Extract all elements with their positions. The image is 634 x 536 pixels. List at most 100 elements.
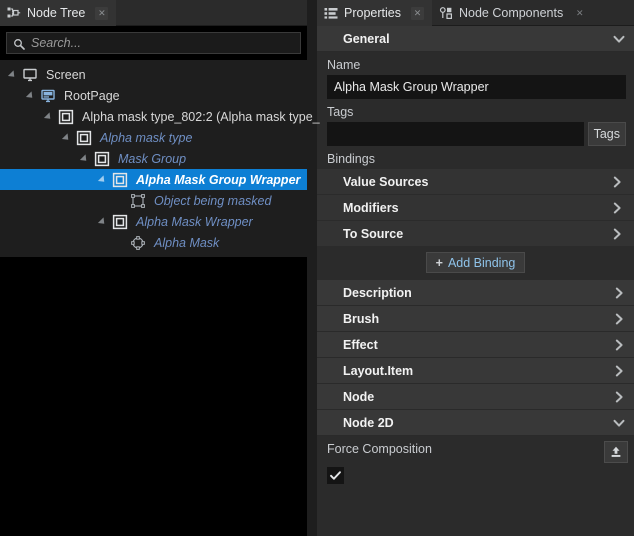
add-binding-row: + Add Binding <box>317 247 634 280</box>
force-composition-checkbox[interactable] <box>327 467 344 484</box>
tree-row[interactable]: Alpha Mask <box>0 232 307 253</box>
node-tree-tabbar: Node Tree ✕ <box>0 0 307 26</box>
chevron-right-icon <box>612 312 626 326</box>
expand-twisty-icon[interactable] <box>96 218 110 226</box>
expand-twisty-icon[interactable] <box>60 134 74 142</box>
tree-row-label: Alpha Mask Wrapper <box>130 215 253 229</box>
close-icon[interactable]: ✕ <box>411 7 424 20</box>
property-row: Force Composition <box>317 436 634 463</box>
tree-row-label: RootPage <box>58 89 120 103</box>
tab-label: Properties <box>344 7 401 20</box>
section-label: General <box>343 32 390 46</box>
properties-panel: Properties ✕ Node Components ✕ <box>317 0 634 536</box>
tab-label: Node Components <box>459 7 563 20</box>
tree-row[interactable]: Object being masked <box>0 190 307 211</box>
node2d-icon <box>110 172 130 188</box>
bindings-list: Value Sources Modifiers To Source <box>317 169 634 247</box>
name-field-row <box>317 75 634 99</box>
node-tree[interactable]: Screen RootPage Alpha mask type_802:2 (Alp… <box>0 60 307 257</box>
tags-label: Tags <box>317 99 634 122</box>
section-label: Layout.Item <box>343 364 413 378</box>
close-icon[interactable]: ✕ <box>573 7 586 20</box>
circle-handles-icon <box>128 235 148 251</box>
section-label: Brush <box>343 312 379 326</box>
expand-twisty-icon[interactable] <box>96 176 110 184</box>
search-box[interactable] <box>6 32 301 54</box>
expand-twisty-icon[interactable] <box>24 92 38 100</box>
properties-tabbar: Properties ✕ Node Components ✕ <box>317 0 634 26</box>
properties-body: General Name Tags Tags Bindings Value So… <box>317 26 634 484</box>
chevron-right-icon <box>612 338 626 352</box>
list-icon <box>324 6 338 20</box>
section-description[interactable]: Description <box>317 280 634 306</box>
node2d-icon <box>74 130 94 146</box>
chevron-down-icon <box>612 416 626 430</box>
section-node-2d[interactable]: Node 2D <box>317 410 634 436</box>
tree-row[interactable]: Alpha Mask Group Wrapper <box>0 169 307 190</box>
tree-row[interactable]: Screen <box>0 64 307 85</box>
close-icon[interactable]: ✕ <box>95 7 108 20</box>
tags-button[interactable]: Tags <box>588 122 626 146</box>
tree-row[interactable]: Alpha mask type <box>0 127 307 148</box>
tree-row[interactable]: Alpha mask type_802:2 (Alpha mask type_ <box>0 106 307 127</box>
node2d-icon <box>110 214 130 230</box>
section-label: Description <box>343 286 412 300</box>
tab-node-tree[interactable]: Node Tree ✕ <box>0 0 116 26</box>
monitor-icon <box>20 67 40 83</box>
binding-row[interactable]: Value Sources <box>317 169 634 195</box>
property-label: Force Composition <box>327 441 604 456</box>
property-force-composition: Force Composition <box>317 436 634 484</box>
tree-row[interactable]: RootPage <box>0 85 307 106</box>
bindings-label: Bindings <box>317 146 634 169</box>
section-brush[interactable]: Brush <box>317 306 634 332</box>
node-2d-content: Force Composition <box>317 436 634 484</box>
tree-icon <box>7 6 21 20</box>
tab-properties[interactable]: Properties ✕ <box>317 0 432 26</box>
tab-node-components[interactable]: Node Components ✕ <box>432 0 594 26</box>
tree-row-label: Alpha mask type <box>94 131 192 145</box>
tags-input[interactable] <box>327 122 584 146</box>
section-label: Effect <box>343 338 378 352</box>
binding-row[interactable]: Modifiers <box>317 195 634 221</box>
expand-twisty-icon[interactable] <box>42 113 56 121</box>
search-icon <box>13 37 25 49</box>
add-binding-label: Add Binding <box>448 256 515 270</box>
expand-twisty-icon[interactable] <box>78 155 92 163</box>
tree-row-label: Alpha mask type_802:2 (Alpha mask type_ <box>76 110 320 124</box>
binding-row-label: To Source <box>343 227 403 241</box>
node2d-icon <box>92 151 112 167</box>
tree-row[interactable]: Mask Group <box>0 148 307 169</box>
node2d-icon <box>56 109 76 125</box>
panel-splitter[interactable] <box>307 0 317 536</box>
application-window: Node Tree ✕ Screen RootPage Alpha mask typ… <box>0 0 634 536</box>
binding-row[interactable]: To Source <box>317 221 634 247</box>
page-icon <box>38 88 58 104</box>
tab-label: Node Tree <box>27 7 85 20</box>
property-sections: Description Brush Effect Layout.Item NodeNod… <box>317 280 634 436</box>
tree-row[interactable]: Alpha Mask Wrapper <box>0 211 307 232</box>
tree-row-label: Alpha Mask <box>148 236 219 250</box>
binding-row-label: Modifiers <box>343 201 399 215</box>
upload-icon[interactable] <box>604 441 628 463</box>
binding-row-label: Value Sources <box>343 175 428 189</box>
component-icon <box>439 6 453 20</box>
chevron-right-icon <box>610 201 624 215</box>
name-label: Name <box>317 52 634 75</box>
checkbox-wrap <box>317 463 634 484</box>
section-node[interactable]: Node <box>317 384 634 410</box>
expand-twisty-icon[interactable] <box>6 71 20 79</box>
chevron-right-icon <box>612 390 626 404</box>
section-layout-item[interactable]: Layout.Item <box>317 358 634 384</box>
search-input[interactable] <box>31 36 294 50</box>
section-general[interactable]: General <box>317 26 634 52</box>
tree-row-label: Alpha Mask Group Wrapper <box>130 173 300 187</box>
tags-field-row: Tags <box>317 122 634 146</box>
chevron-down-icon <box>612 32 626 46</box>
handles-icon <box>128 193 148 209</box>
tree-row-label: Screen <box>40 68 86 82</box>
add-binding-button[interactable]: + Add Binding <box>426 252 526 273</box>
section-effect[interactable]: Effect <box>317 332 634 358</box>
node-tree-panel: Node Tree ✕ Screen RootPage Alpha mask typ… <box>0 0 307 536</box>
name-input[interactable] <box>327 75 626 99</box>
tree-row-label: Object being masked <box>148 194 271 208</box>
